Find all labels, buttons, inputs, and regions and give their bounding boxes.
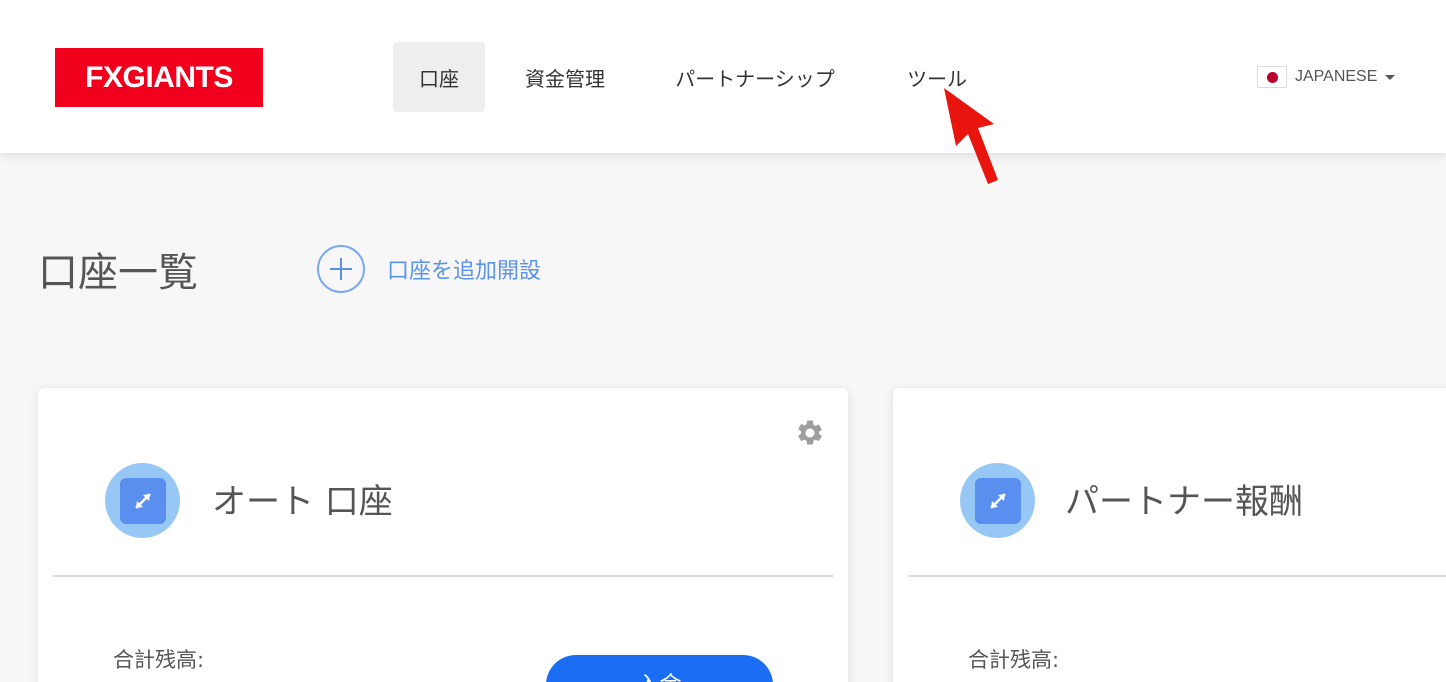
caret-down-icon bbox=[1385, 74, 1396, 80]
top-header: FXGIANTS 口座 資金管理 パートナーシップ ツール JAPANESE bbox=[0, 0, 1446, 153]
total-balance-label: 合計残高: bbox=[113, 648, 205, 672]
expand-arrows-icon bbox=[119, 477, 166, 524]
nav-item-funds[interactable]: 資金管理 bbox=[508, 42, 622, 112]
account-avatar bbox=[960, 463, 1035, 538]
nav-item-partnership[interactable]: パートナーシップ bbox=[655, 42, 855, 112]
nav-item-accounts[interactable]: 口座 bbox=[393, 42, 485, 112]
add-account-label: 口座を追加開設 bbox=[387, 259, 542, 284]
account-card-auto: オート 口座 合計残高: 入金 bbox=[38, 388, 848, 682]
language-selector[interactable]: JAPANESE bbox=[1257, 62, 1396, 92]
expand-arrows-icon bbox=[974, 477, 1021, 524]
divider bbox=[908, 575, 1446, 577]
language-label: JAPANESE bbox=[1295, 68, 1378, 85]
card-title: パートナー報酬 bbox=[1065, 482, 1303, 522]
japan-flag-icon bbox=[1257, 66, 1287, 88]
account-card-partner: パートナー報酬 合計残高: bbox=[893, 388, 1446, 682]
add-account-button[interactable]: 口座を追加開設 bbox=[317, 245, 541, 293]
account-avatar bbox=[105, 463, 180, 538]
logo-text: FXGIANTS bbox=[85, 60, 233, 94]
total-balance-label: 合計残高: bbox=[968, 648, 1060, 672]
red-arrow-cursor-icon bbox=[944, 88, 998, 184]
plus-circle-icon bbox=[317, 245, 365, 293]
gear-icon[interactable] bbox=[795, 418, 825, 448]
page-title: 口座一覧 bbox=[38, 250, 198, 296]
card-title: オート 口座 bbox=[212, 482, 393, 522]
fxgiants-logo[interactable]: FXGIANTS bbox=[55, 48, 263, 107]
deposit-button[interactable]: 入金 bbox=[546, 655, 773, 682]
divider bbox=[53, 575, 833, 577]
